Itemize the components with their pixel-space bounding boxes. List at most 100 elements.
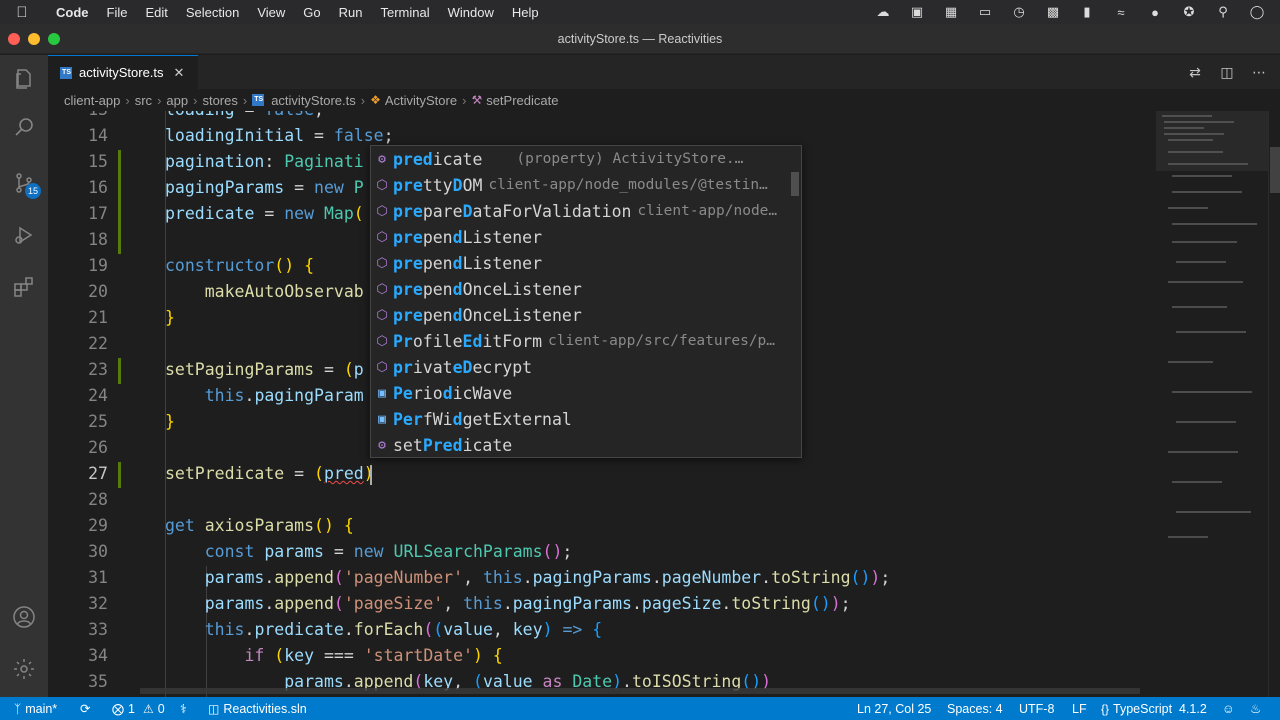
breadcrumb-item[interactable]: client-app [64,93,120,108]
wifi-icon[interactable]: ≈ [1106,5,1136,20]
battery-icon[interactable]: ▮ [1072,4,1102,20]
control-center-icon[interactable]: ✪ [1174,4,1204,20]
spotlight-search-icon[interactable]: ⚲ [1208,4,1238,20]
suggestion-item[interactable]: ▣ PerfWidgetExternal [371,406,801,432]
menu-view[interactable]: View [248,5,294,20]
suggestion-item[interactable]: ⬡ prependListener [371,224,801,250]
close-icon[interactable]: ✕ [174,65,185,81]
menu-file[interactable]: File [98,5,137,20]
git-added-marker[interactable] [118,462,121,488]
code-line-27: setPredicate = (pred) [165,464,374,483]
line-number: 35 [88,672,108,691]
suggestion-label: prependListener [393,227,543,247]
run-debug-icon[interactable] [0,211,48,259]
display-icon[interactable]: ▭ [970,4,1000,20]
typescript-file-icon: TS [60,66,72,79]
suggestion-item[interactable]: ⚙ setPredicate [371,432,801,457]
minimap-slider[interactable] [1156,111,1268,171]
variable-icon: ▣ [378,411,386,427]
grid-icon[interactable]: ▩ [1038,4,1068,20]
horizontal-scrollbar[interactable] [140,688,1140,694]
open-changes-icon[interactable]: ⇄ [1182,64,1208,81]
line-number: 28 [88,490,108,509]
suggestion-item[interactable]: ⬡ ProfileEditForm client-app/src/feature… [371,328,801,354]
title-bar: activityStore.ts — Reactivities [0,24,1280,54]
sync-icon[interactable]: ⟳ [80,697,90,720]
suggest-widget[interactable]: ⚙ predicate (property) ActivityStore.… ⬡… [370,145,802,458]
status-indentation[interactable]: Spaces: 4 [947,697,1003,720]
suggestion-detail: client-app/node… [637,203,778,219]
search-icon[interactable] [0,103,48,151]
menu-terminal[interactable]: Terminal [372,5,439,20]
minimap-line [1168,207,1208,209]
vertical-scrollbar-thumb[interactable] [1270,147,1280,193]
suggestion-item[interactable]: ⚙ predicate (property) ActivityStore.… [371,146,801,172]
status-eol[interactable]: LF [1072,697,1087,720]
status-problems[interactable]: ⨂ 1 ⚠ 0 [112,697,165,720]
suggestion-label: PerfWidgetExternal [393,409,572,429]
more-actions-icon[interactable]: ⋯ [1246,64,1272,81]
vertical-scrollbar[interactable] [1268,111,1280,697]
breadcrumb-item[interactable]: src [135,93,152,108]
camera-icon[interactable]: ▣ [902,4,932,20]
menu-help[interactable]: Help [503,5,548,20]
feedback-icon[interactable]: ☺ [1222,697,1235,720]
line-number: 17 [88,204,108,223]
minimap-line [1164,133,1224,135]
apple-icon[interactable]:  [0,4,44,21]
source-control-icon[interactable]: 15 [0,159,48,207]
warning-icon: ⚠ [142,701,154,716]
suggestion-item[interactable]: ⬡ prependOnceListener [371,276,801,302]
suggestion-label: ProfileEditForm [393,331,543,351]
cloud-icon[interactable]: ☁ [868,4,898,20]
live-share-icon[interactable]: ⚕ [180,697,187,720]
suggestion-item[interactable]: ⬡ prependOnceListener [371,302,801,328]
settings-gear-icon[interactable] [0,645,48,693]
user-icon[interactable]: ● [1140,5,1170,20]
status-cursor-position[interactable]: Ln 27, Col 25 [857,697,931,720]
suggestion-item[interactable]: ⬡ prettyDOM client-app/node_modules/@tes… [371,172,801,198]
extensions-icon[interactable] [0,263,48,311]
status-branch[interactable]: ᛉ main* [14,697,57,720]
breadcrumb-item[interactable]: setPredicate [486,93,558,108]
breadcrumb-item[interactable]: app [166,93,188,108]
method-icon: ⬡ [376,281,388,297]
minimap[interactable] [1156,111,1268,697]
menu-edit[interactable]: Edit [136,5,176,20]
menu-app-name[interactable]: Code [44,5,98,20]
git-added-marker[interactable] [118,358,121,384]
suggest-scrollbar[interactable] [791,172,799,196]
suggestion-item[interactable]: ⬡ prependListener [371,250,801,276]
minimap-line [1176,511,1251,513]
suggestion-item[interactable]: ▣ PeriodicWave [371,380,801,406]
breadcrumb-item[interactable]: ActivityStore [385,93,457,108]
method-icon: ⬡ [376,359,388,375]
status-ts-version[interactable]: 4.1.2 [1179,697,1207,720]
image-icon[interactable]: ▦ [936,4,966,20]
breadcrumb-item[interactable]: activityStore.ts [271,93,356,108]
siri-icon[interactable]: ◯ [1242,4,1272,20]
status-solution[interactable]: ◫ Reactivities.sln [208,697,307,720]
line-number: 24 [88,386,108,405]
minimap-line [1172,223,1257,225]
notifications-bell-icon[interactable]: ♨ [1250,697,1261,720]
explorer-icon[interactable] [0,55,48,103]
tab-activitystore[interactable]: TS activityStore.ts ✕ [48,55,198,89]
menu-run[interactable]: Run [330,5,372,20]
status-language[interactable]: {} TypeScript [1101,697,1172,720]
suggestion-detail: client-app/node_modules/@testin… [488,177,768,193]
breadcrumb-item[interactable]: stores [202,93,237,108]
code-line-20: makeAutoObservab [204,282,364,301]
menu-selection[interactable]: Selection [177,5,248,20]
menu-go[interactable]: Go [294,5,329,20]
split-editor-icon[interactable]: ◫ [1214,64,1240,81]
clock-icon[interactable]: ◷ [1004,4,1034,20]
line-number: 22 [88,334,108,353]
account-icon[interactable] [0,593,48,641]
menu-window[interactable]: Window [439,5,503,20]
suggestion-item[interactable]: ⬡ privateDecrypt [371,354,801,380]
git-added-marker[interactable] [118,150,121,254]
minimap-line [1164,127,1204,129]
suggestion-item[interactable]: ⬡ prepareDataForValidation client-app/no… [371,198,801,224]
status-encoding[interactable]: UTF-8 [1019,697,1054,720]
